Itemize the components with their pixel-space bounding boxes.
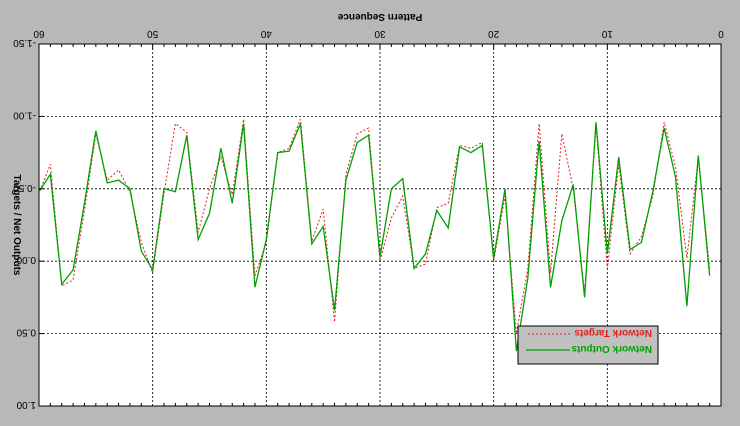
y-tick-label: 0.50 xyxy=(16,327,36,338)
chart-svg: 01020304050601.000.500.00-0.50-1.00-1.50… xyxy=(11,11,724,410)
y-tick-label: -1.00 xyxy=(13,109,36,120)
y-tick-label: -1.50 xyxy=(13,37,36,48)
x-tick-label: 50 xyxy=(147,28,159,39)
y-axis-label: Targets / Net Outputs xyxy=(11,175,22,276)
x-tick-label: 20 xyxy=(488,28,500,39)
legend: Network Targets Network Outputs xyxy=(517,325,659,365)
legend-item-outputs: Network Outputs xyxy=(571,343,652,354)
x-tick-label: 10 xyxy=(601,28,613,39)
y-tick-label: 1.00 xyxy=(16,399,36,410)
legend-item-targets: Network Targets xyxy=(574,327,652,338)
x-tick-label: 30 xyxy=(374,28,386,39)
chart: 0 10 20 30 40 50 60 1.00 0.50 0.00 -0.50 -1.00 -1.50… xyxy=(0,0,740,426)
chart-title: Pattern Sequence xyxy=(337,11,422,22)
chart-rotated-group: 01020304050601.000.500.00-0.50-1.00-1.50… xyxy=(11,11,724,410)
x-tick-label: 0 xyxy=(718,28,724,39)
x-tick-label: 40 xyxy=(260,28,272,39)
